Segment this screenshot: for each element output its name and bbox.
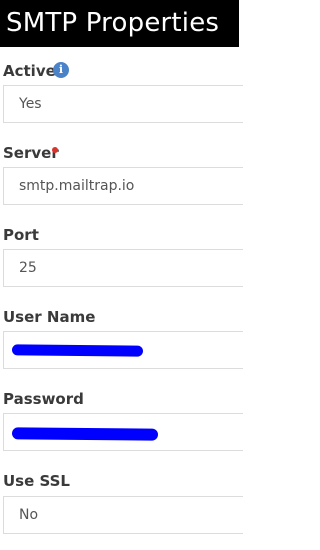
- user-name-field[interactable]: [3, 331, 243, 369]
- panel-header: SMTP Properties: [0, 0, 239, 47]
- server-field[interactable]: smtp.mailtrap.io: [3, 167, 243, 205]
- password-label: Password: [3, 390, 84, 408]
- use-ssl-field[interactable]: No: [3, 496, 243, 534]
- user-name-redaction: [11, 344, 144, 357]
- port-label: Port: [3, 226, 39, 244]
- port-value: 25: [19, 260, 37, 276]
- panel-title: SMTP Properties: [6, 8, 220, 38]
- active-field[interactable]: Yes: [3, 85, 243, 123]
- required-marker: [52, 147, 58, 153]
- info-icon[interactable]: i: [53, 62, 69, 78]
- server-value: smtp.mailtrap.io: [19, 178, 135, 194]
- port-field[interactable]: 25: [3, 249, 243, 287]
- use-ssl-value: No: [19, 507, 39, 523]
- user-name-label: User Name: [3, 308, 96, 326]
- active-value: Yes: [19, 96, 42, 112]
- server-label: Server: [3, 144, 59, 162]
- password-field[interactable]: [3, 413, 243, 451]
- password-redaction: [11, 427, 159, 441]
- use-ssl-label: Use SSL: [3, 472, 70, 490]
- active-label: Active: [3, 62, 56, 80]
